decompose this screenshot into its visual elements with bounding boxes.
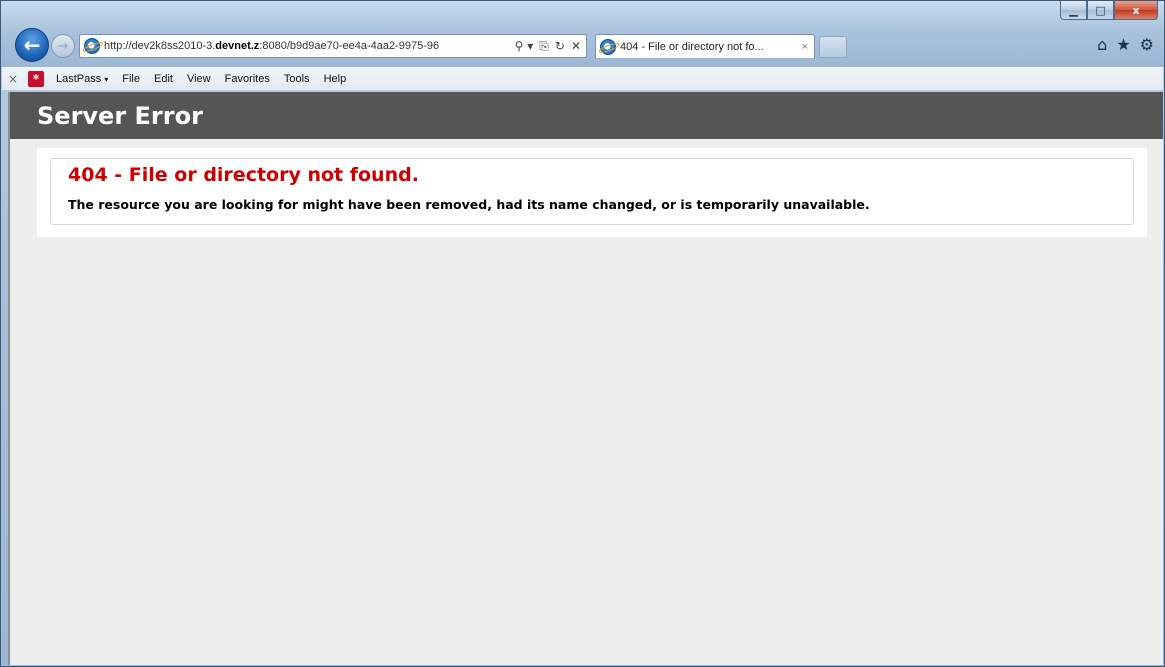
browser-toolbar-icons: ⌂ ★ ⚙: [1097, 35, 1154, 54]
address-bar[interactable]: http://dev2k8ss2010-3.devnet.z:8080/b9d9…: [79, 34, 587, 58]
menu-edit[interactable]: Edit: [147, 73, 180, 85]
menu-view[interactable]: View: [180, 73, 218, 85]
menu-favorites[interactable]: Favorites: [218, 73, 277, 85]
forward-arrow-icon: →: [57, 38, 69, 54]
page-header: Server Error: [10, 92, 1163, 139]
search-dropdown-icon[interactable]: ⚲ ▾: [515, 39, 534, 54]
menu-lastpass[interactable]: LastPass ▾: [49, 73, 115, 85]
window-controls: ▁ □ x: [1060, 1, 1158, 21]
lastpass-icon: *: [28, 70, 44, 87]
url-text[interactable]: http://dev2k8ss2010-3.devnet.z:8080/b9d9…: [104, 40, 510, 52]
tools-gear-icon[interactable]: ⚙: [1140, 35, 1154, 54]
browser-window: ▁ □ x ← → http://dev2k8ss2010-3.devnet.z…: [0, 0, 1165, 667]
tab-active[interactable]: 404 - File or directory not fo... ×: [595, 34, 815, 58]
refresh-icon[interactable]: ↻: [555, 39, 565, 54]
error-panel: 404 - File or directory not found. The r…: [37, 148, 1147, 237]
menu-bar: × * LastPass ▾ File Edit View Favorites T…: [2, 67, 1163, 91]
ie-page-icon: [84, 38, 100, 54]
menu-help[interactable]: Help: [317, 73, 354, 85]
tab-ie-icon: [600, 38, 616, 55]
compatibility-view-icon[interactable]: ⎘: [539, 39, 549, 54]
minimize-button[interactable]: ▁: [1060, 1, 1087, 20]
menu-file[interactable]: File: [115, 73, 147, 85]
favorites-icon[interactable]: ★: [1116, 35, 1130, 54]
error-title: 404 - File or directory not found.: [68, 164, 419, 186]
back-arrow-icon: ←: [23, 33, 41, 57]
address-tools: ⚲ ▾ ⎘ ↻ ✕: [510, 39, 586, 54]
back-button[interactable]: ←: [15, 28, 49, 62]
new-tab-button[interactable]: [819, 36, 847, 58]
menu-tools[interactable]: Tools: [277, 73, 317, 85]
error-description: The resource you are looking for might h…: [68, 197, 870, 212]
error-box: 404 - File or directory not found. The r…: [50, 158, 1134, 225]
page-title: Server Error: [37, 101, 203, 130]
tab-title: 404 - File or directory not fo...: [620, 40, 764, 53]
page-content: Server Error 404 - File or directory not…: [8, 92, 1163, 665]
close-window-button[interactable]: x: [1114, 1, 1158, 20]
forward-button[interactable]: →: [51, 34, 75, 58]
tab-close-icon[interactable]: ×: [802, 41, 808, 53]
maximize-button[interactable]: □: [1087, 1, 1114, 20]
stop-icon[interactable]: ✕: [571, 39, 581, 54]
close-toolbar-icon[interactable]: ×: [2, 72, 24, 86]
home-icon[interactable]: ⌂: [1097, 35, 1107, 54]
chevron-down-icon: ▾: [104, 74, 109, 84]
navigation-bar: ← → http://dev2k8ss2010-3.devnet.z:8080/…: [13, 27, 1154, 63]
